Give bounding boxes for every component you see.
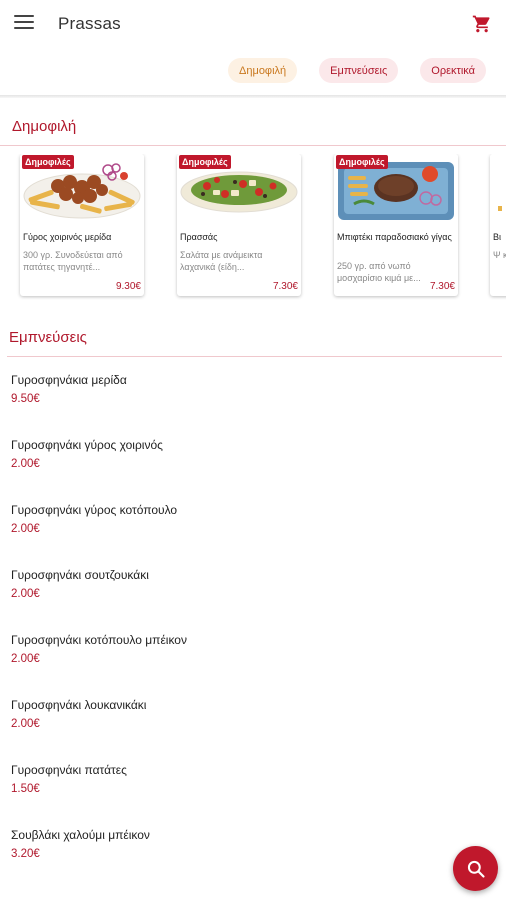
section-title-inspirations: Εμπνεύσεις bbox=[9, 329, 87, 346]
product-price: 7.30€ bbox=[429, 281, 455, 292]
popular-carousel[interactable]: Δημοφιλές Γύρος χοιρινός μερίδα 300 γρ. … bbox=[0, 154, 506, 300]
item-price: 9.50€ bbox=[11, 393, 40, 405]
list-item[interactable]: Γυροσφηνάκι σουτζουκάκι 2.00€ bbox=[11, 568, 491, 633]
product-price: 9.30€ bbox=[115, 281, 141, 292]
chip-appetizers[interactable]: Ορεκτικά bbox=[420, 58, 486, 83]
product-description: Σαλάτα με ανάμεικτα λαχανικά (είδη... bbox=[180, 250, 263, 272]
item-price: 2.00€ bbox=[11, 523, 40, 535]
product-card-burger-patty[interactable]: Δημοφιλές Μπιφτέκι παραδοσιακό γίγας 250… bbox=[334, 154, 458, 296]
inspirations-list: Γυροσφηνάκια μερίδα 9.50€ Γυροσφηνάκι γύ… bbox=[11, 373, 491, 893]
item-price: 1.50€ bbox=[11, 783, 40, 795]
product-card-prassas[interactable]: Δημοφιλές Πρασσάς Σαλάτα με ανάμεικτα λα… bbox=[177, 154, 301, 296]
search-fab-button[interactable] bbox=[453, 846, 498, 891]
product-price: 7.30€ bbox=[272, 281, 298, 292]
item-name: Γυροσφηνάκια μερίδα bbox=[11, 373, 127, 387]
item-price: 2.00€ bbox=[11, 588, 40, 600]
section-divider bbox=[7, 356, 502, 357]
header-divider bbox=[0, 95, 506, 98]
popular-badge: Δημοφιλές bbox=[336, 155, 388, 169]
hamburger-menu-icon[interactable] bbox=[14, 15, 34, 33]
list-item[interactable]: Γυροσφηνάκι πατάτες 1.50€ bbox=[11, 763, 491, 828]
list-item[interactable]: Γυροσφηνάκι κοτόπουλο μπέικον 2.00€ bbox=[11, 633, 491, 698]
section-divider bbox=[0, 145, 506, 146]
item-price: 3.20€ bbox=[11, 848, 40, 860]
item-name: Σουβλάκι χαλούμι μπέικον bbox=[11, 828, 150, 842]
product-card-gyros[interactable]: Δημοφιλές Γύρος χοιρινός μερίδα 300 γρ. … bbox=[20, 154, 144, 296]
item-name: Γυροσφηνάκι γύρος χοιρινός bbox=[11, 438, 163, 452]
item-name: Γυροσφηνάκι σουτζουκάκι bbox=[11, 568, 149, 582]
product-name: Μπιφτέκι παραδοσιακό γίγας bbox=[337, 232, 452, 242]
product-image-partial bbox=[490, 154, 506, 224]
list-item[interactable]: Γυροσφηνάκι λουκανικάκι 2.00€ bbox=[11, 698, 491, 763]
chip-popular[interactable]: Δημοφιλή bbox=[228, 58, 298, 83]
item-name: Γυροσφηνάκι λουκανικάκι bbox=[11, 698, 147, 712]
cart-icon[interactable] bbox=[472, 14, 492, 34]
item-name: Γυροσφηνάκι γύρος κοτόπουλο bbox=[11, 503, 178, 517]
product-description: Ψ κο bbox=[493, 250, 506, 260]
product-name: Βι bbox=[493, 232, 502, 242]
item-name: Γυροσφηνάκι πατάτες bbox=[11, 763, 127, 777]
product-description: 300 γρ. Συνοδεύεται από πατάτες τηγανητέ… bbox=[23, 250, 123, 272]
item-name: Γυροσφηνάκι κοτόπουλο μπέικον bbox=[11, 633, 187, 647]
list-item[interactable]: Σουβλάκι χαλούμι μπέικον 3.20€ bbox=[11, 828, 491, 893]
app-bar: Prassas bbox=[0, 0, 506, 48]
item-price: 2.00€ bbox=[11, 653, 40, 665]
category-chips: Δημοφιλή Εμπνεύσεις Ορεκτικά bbox=[228, 58, 486, 83]
list-item[interactable]: Γυροσφηνάκι γύρος χοιρινός 2.00€ bbox=[11, 438, 491, 503]
item-price: 2.00€ bbox=[11, 458, 40, 470]
chip-inspirations[interactable]: Εμπνεύσεις bbox=[319, 58, 399, 83]
popular-badge: Δημοφιλές bbox=[22, 155, 74, 169]
section-title-popular: Δημοφιλή bbox=[12, 118, 77, 135]
list-item[interactable]: Γυροσφηνάκι γύρος κοτόπουλο 2.00€ bbox=[11, 503, 491, 568]
app-title: Prassas bbox=[58, 14, 121, 33]
product-name: Πρασσάς bbox=[180, 232, 218, 242]
list-item[interactable]: Γυροσφηνάκια μερίδα 9.50€ bbox=[11, 373, 491, 438]
search-icon bbox=[467, 860, 485, 878]
item-price: 2.00€ bbox=[11, 718, 40, 730]
product-name: Γύρος χοιρινός μερίδα bbox=[23, 232, 112, 242]
popular-badge: Δημοφιλές bbox=[179, 155, 231, 169]
product-card-partial[interactable]: Βι Ψ κο bbox=[490, 154, 506, 296]
